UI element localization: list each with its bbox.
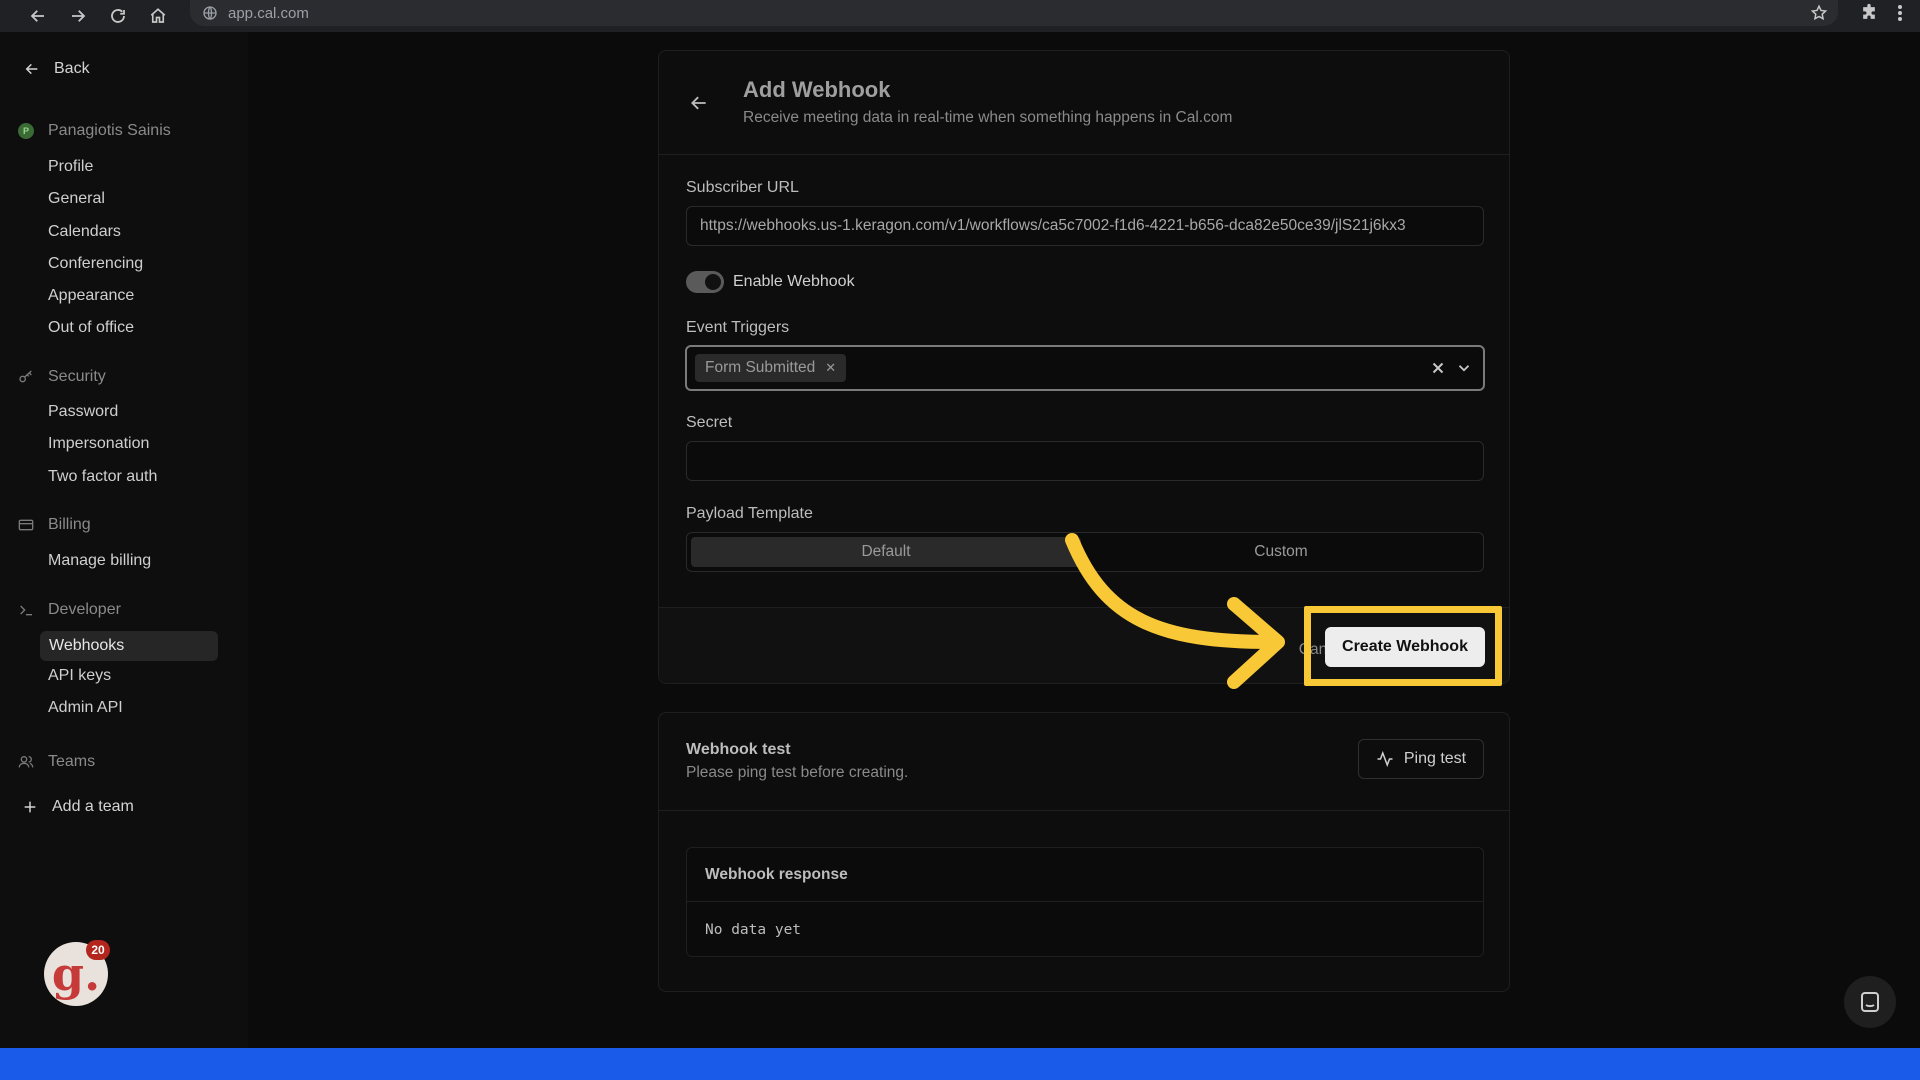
users-icon <box>18 754 34 770</box>
browser-menu-button[interactable] <box>1888 0 1912 26</box>
star-icon <box>1810 4 1828 21</box>
arrow-left-icon <box>25 63 38 75</box>
add-team-button[interactable]: Add a team <box>22 798 134 816</box>
sidebar-item-profile[interactable]: Profile <box>48 158 93 176</box>
settings-sidebar: Back P Panagiotis Sainis Profile General… <box>0 32 248 1048</box>
bottom-bar <box>0 1048 1920 1080</box>
webhook-response-panel: Webhook response No data yet <box>686 847 1484 957</box>
chat-icon <box>1861 992 1879 1012</box>
arrow-left-icon <box>30 10 44 22</box>
chevron-down-icon[interactable] <box>1455 359 1473 377</box>
developer-label: Developer <box>48 601 121 618</box>
enable-webhook-label: Enable Webhook <box>733 273 855 290</box>
sidebar-item-appearance[interactable]: Appearance <box>48 287 134 305</box>
home-icon <box>150 8 166 23</box>
annotation-highlight-box <box>1304 606 1502 686</box>
subscriber-url-label: Subscriber URL <box>686 179 799 196</box>
sidebar-section-security: Security <box>18 368 106 386</box>
support-chat-button[interactable] <box>1844 976 1896 1028</box>
activity-icon <box>1377 750 1393 768</box>
sidebar-section-billing: Billing <box>18 516 91 534</box>
sidebar-item-general[interactable]: General <box>48 190 105 208</box>
kebab-menu-icon <box>1898 5 1902 21</box>
credit-card-icon <box>18 517 34 533</box>
sidebar-item-manage-billing[interactable]: Manage billing <box>48 552 151 570</box>
subscriber-url-input[interactable]: https://webhooks.us-1.keragon.com/v1/wor… <box>686 206 1484 246</box>
browser-toolbar: app.cal.com <box>0 0 1920 32</box>
add-team-label: Add a team <box>52 798 134 815</box>
sidebar-item-api-keys[interactable]: API keys <box>48 667 111 685</box>
ping-test-label: Ping test <box>1403 750 1467 767</box>
sidebar-section-developer: Developer <box>18 601 121 619</box>
security-label: Security <box>48 368 106 385</box>
extensions-button[interactable] <box>1854 0 1884 26</box>
arrow-left-icon[interactable] <box>689 93 709 113</box>
secret-input[interactable] <box>686 441 1484 481</box>
site-info-icon[interactable] <box>202 5 218 21</box>
enable-webhook-toggle[interactable] <box>686 271 724 293</box>
toggle-knob <box>705 274 721 290</box>
sidebar-item-impersonation[interactable]: Impersonation <box>48 435 149 453</box>
webhook-test-header: Webhook test Please ping test before cre… <box>659 713 1509 811</box>
event-triggers-label: Event Triggers <box>686 319 790 336</box>
sidebar-item-two-factor-auth[interactable]: Two factor auth <box>48 468 157 486</box>
secret-label: Secret <box>686 414 733 431</box>
sidebar-back-link[interactable]: Back <box>24 60 90 78</box>
sidebar-item-webhooks[interactable]: Webhooks <box>40 631 218 661</box>
webhook-test-card: Webhook test Please ping test before cre… <box>658 712 1510 992</box>
enable-webhook-row: Enable Webhook <box>686 271 855 293</box>
address-bar[interactable]: app.cal.com <box>190 0 1838 26</box>
plus-icon <box>24 801 36 813</box>
browser-reload-button[interactable] <box>98 0 138 32</box>
event-triggers-select[interactable]: Form Submitted ✕ <box>685 345 1485 391</box>
user-name: Panagiotis Sainis <box>48 122 171 139</box>
bookmark-button[interactable] <box>1804 0 1834 26</box>
browser-home-button[interactable] <box>138 0 178 32</box>
webhook-response-body: No data yet <box>705 922 802 938</box>
sidebar-item-out-of-office[interactable]: Out of office <box>48 319 134 337</box>
webhook-test-title: Webhook test <box>686 741 791 758</box>
arrow-right-icon <box>72 10 86 22</box>
browser-back-button[interactable] <box>18 0 58 32</box>
sidebar-item-password[interactable]: Password <box>48 403 118 421</box>
url-text: app.cal.com <box>228 4 309 22</box>
webhook-response-title: Webhook response <box>687 848 1483 902</box>
terminal-icon <box>18 602 34 618</box>
clear-icon[interactable] <box>1429 359 1447 377</box>
card-header: Add Webhook Receive meeting data in real… <box>659 51 1509 155</box>
payload-default-option[interactable]: Default <box>691 537 1081 567</box>
webhook-test-subtitle: Please ping test before creating. <box>686 764 909 781</box>
browser-forward-button[interactable] <box>58 0 98 32</box>
sidebar-section-account: P Panagiotis Sainis <box>18 122 171 140</box>
back-label: Back <box>54 60 90 77</box>
notification-badge: 20 <box>86 940 110 960</box>
sidebar-section-teams: Teams <box>18 753 95 771</box>
chip-remove-icon[interactable]: ✕ <box>825 360 836 376</box>
puzzle-icon <box>1863 3 1875 19</box>
reload-icon <box>111 9 125 23</box>
sidebar-item-conferencing[interactable]: Conferencing <box>48 255 143 273</box>
payload-template-label: Payload Template <box>686 505 813 522</box>
sidebar-item-calendars[interactable]: Calendars <box>48 223 121 241</box>
page-subtitle: Receive meeting data in real-time when s… <box>743 109 1233 126</box>
page-title: Add Webhook <box>743 77 891 102</box>
trigger-chip-label: Form Submitted <box>705 359 816 376</box>
ping-test-button[interactable]: Ping test <box>1358 739 1484 779</box>
trigger-chip: Form Submitted ✕ <box>695 354 847 382</box>
billing-label: Billing <box>48 516 91 533</box>
user-avatar: P <box>18 123 34 139</box>
sidebar-item-admin-api[interactable]: Admin API <box>48 699 123 717</box>
teams-label: Teams <box>48 753 96 770</box>
key-icon <box>18 369 34 385</box>
